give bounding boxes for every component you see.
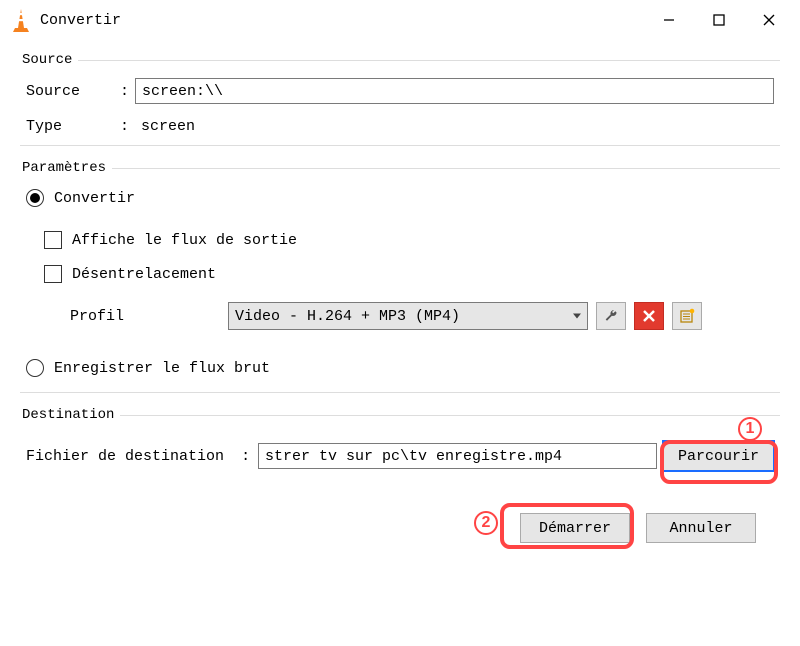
dest-legend: Destination — [20, 407, 120, 423]
radio-raw[interactable]: Enregistrer le flux brut — [20, 354, 780, 382]
source-input[interactable] — [135, 78, 774, 104]
radio-convert[interactable]: Convertir — [20, 184, 780, 212]
profile-combo[interactable]: Video - H.264 + MP3 (MP4) — [228, 302, 588, 330]
profile-label: Profil — [70, 308, 220, 325]
checkbox-icon — [44, 265, 62, 283]
radio-raw-label: Enregistrer le flux brut — [54, 360, 270, 377]
vlc-cone-icon — [10, 7, 32, 33]
source-group: Source Source : Type : screen — [20, 52, 780, 146]
browse-button[interactable]: Parcourir — [663, 441, 774, 471]
source-legend: Source — [20, 52, 78, 68]
check-show-output-label: Affiche le flux de sortie — [72, 232, 297, 249]
chevron-down-icon — [573, 314, 581, 319]
params-legend: Paramètres — [20, 160, 112, 176]
type-label: Type — [26, 118, 116, 135]
source-label: Source — [26, 83, 116, 100]
minimize-button[interactable] — [644, 2, 694, 38]
check-show-output[interactable]: Affiche le flux de sortie — [38, 226, 780, 254]
dest-group: Destination Fichier de destination : Par… — [20, 407, 780, 481]
window-title: Convertir — [38, 12, 644, 29]
dest-input[interactable] — [258, 443, 657, 469]
cancel-button[interactable]: Annuler — [646, 513, 756, 543]
type-value: screen — [135, 118, 195, 135]
radio-convert-label: Convertir — [54, 190, 135, 207]
callout-2-number: 2 — [474, 511, 498, 535]
wrench-icon — [603, 308, 619, 324]
x-icon — [642, 309, 656, 323]
start-button[interactable]: Démarrer — [520, 513, 630, 543]
profile-new-button[interactable] — [672, 302, 702, 330]
maximize-button[interactable] — [694, 2, 744, 38]
profile-delete-button[interactable] — [634, 302, 664, 330]
profile-edit-button[interactable] — [596, 302, 626, 330]
titlebar: Convertir — [0, 0, 800, 40]
checkbox-icon — [44, 231, 62, 249]
profile-value: Video - H.264 + MP3 (MP4) — [235, 308, 460, 325]
new-profile-icon — [679, 308, 695, 324]
radio-icon — [26, 359, 44, 377]
radio-icon — [26, 189, 44, 207]
params-group: Paramètres Convertir Affiche le flux de … — [20, 160, 780, 393]
dest-label: Fichier de destination : — [26, 448, 252, 465]
close-button[interactable] — [744, 2, 794, 38]
check-deinterlace[interactable]: Désentrelacement — [38, 260, 780, 288]
check-deinterlace-label: Désentrelacement — [72, 266, 216, 283]
